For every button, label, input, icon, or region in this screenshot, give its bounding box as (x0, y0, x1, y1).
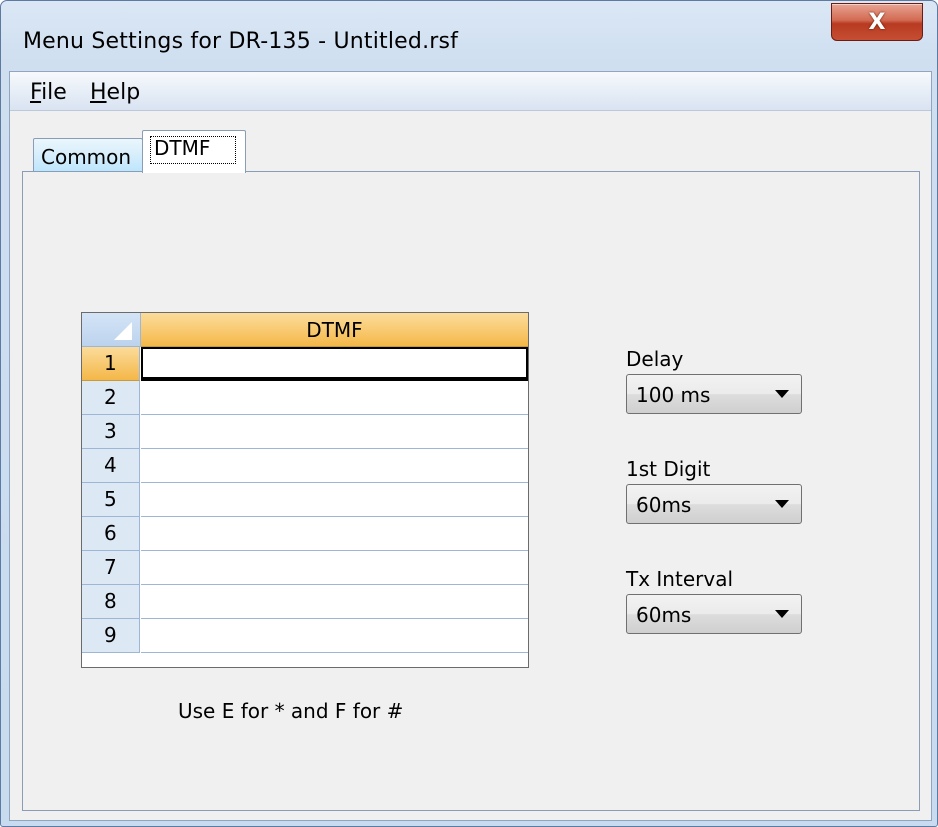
client-area: File Help Common DTMF DTMF 1 2 3 4 5 6 7… (9, 71, 932, 821)
row-header[interactable]: 5 (82, 483, 140, 517)
first-digit-value: 60ms (636, 493, 692, 517)
row-header[interactable]: 3 (82, 415, 140, 449)
chevron-down-icon (775, 610, 789, 618)
table-row: 6 (82, 517, 528, 551)
dtmf-cell[interactable] (141, 347, 528, 381)
table-row: 7 (82, 551, 528, 585)
table-row: 9 (82, 619, 528, 653)
select-all-corner[interactable] (82, 313, 141, 347)
chevron-down-icon (775, 390, 789, 398)
dtmf-cell[interactable] (141, 449, 528, 483)
menu-bar: File Help (10, 72, 931, 111)
tx-interval-label: Tx Interval (626, 567, 734, 591)
dtmf-hint-text: Use E for * and F for # (178, 699, 404, 723)
select-all-triangle-icon (114, 322, 132, 340)
tab-dtmf-label: DTMF (154, 136, 211, 160)
menu-file[interactable]: File (30, 80, 67, 105)
first-digit-dropdown[interactable]: 60ms (626, 484, 802, 524)
menu-help-rest: elp (106, 80, 141, 105)
dtmf-cell[interactable] (141, 415, 528, 449)
dtmf-cell[interactable] (141, 619, 528, 653)
delay-label: Delay (626, 347, 684, 371)
chevron-down-icon (775, 500, 789, 508)
row-header[interactable]: 9 (82, 619, 140, 653)
table-row: 1 (82, 347, 528, 381)
menu-file-rest: ile (41, 80, 67, 105)
delay-dropdown[interactable]: 100 ms (626, 374, 802, 414)
row-header[interactable]: 8 (82, 585, 140, 619)
window: Menu Settings for DR-135 - Untitled.rsf … (0, 0, 938, 827)
menu-file-mnemonic: F (30, 80, 42, 105)
row-header[interactable]: 7 (82, 551, 140, 585)
menu-help-mnemonic: H (90, 80, 107, 105)
column-header-dtmf[interactable]: DTMF (141, 313, 528, 347)
dtmf-cell[interactable] (141, 381, 528, 415)
tab-dtmf[interactable]: DTMF (142, 130, 246, 173)
tab-common-label: Common (41, 145, 132, 169)
first-digit-label: 1st Digit (626, 457, 711, 481)
close-icon: X (868, 9, 886, 35)
table-row: 4 (82, 449, 528, 483)
row-header[interactable]: 6 (82, 517, 140, 551)
dtmf-cell[interactable] (141, 551, 528, 585)
table-row: 3 (82, 415, 528, 449)
table-row: 2 (82, 381, 528, 415)
table-row: 5 (82, 483, 528, 517)
row-header[interactable]: 1 (82, 347, 140, 381)
delay-value: 100 ms (636, 383, 711, 407)
close-button[interactable]: X (831, 3, 923, 41)
dtmf-grid: DTMF 1 2 3 4 5 6 7 8 9 (81, 312, 529, 668)
window-title: Menu Settings for DR-135 - Untitled.rsf (23, 29, 459, 54)
table-row: 8 (82, 585, 528, 619)
tx-interval-value: 60ms (636, 603, 692, 627)
dtmf-tab-panel: DTMF 1 2 3 4 5 6 7 8 9 Use E for * and F… (22, 171, 920, 811)
dtmf-cell[interactable] (141, 483, 528, 517)
menu-help[interactable]: Help (90, 80, 140, 105)
title-bar[interactable]: Menu Settings for DR-135 - Untitled.rsf … (1, 1, 937, 71)
row-header[interactable]: 2 (82, 381, 140, 415)
row-header[interactable]: 4 (82, 449, 140, 483)
tx-interval-dropdown[interactable]: 60ms (626, 594, 802, 634)
tab-common[interactable]: Common (33, 138, 143, 171)
dtmf-cell[interactable] (141, 585, 528, 619)
dtmf-cell[interactable] (141, 517, 528, 551)
